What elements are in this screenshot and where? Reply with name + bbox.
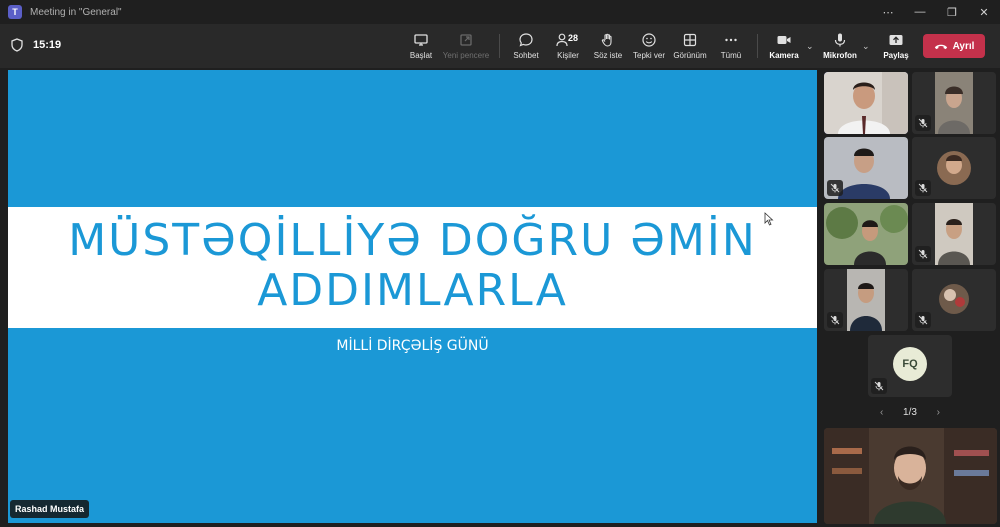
chevron-left-icon[interactable]: ‹ <box>880 407 883 418</box>
mic-off-indicator <box>915 180 931 196</box>
new-window-label: Yeni pencere <box>442 51 490 60</box>
window-controls: ⋯ — ❐ ✕ <box>872 0 1000 24</box>
mouse-cursor-icon <box>764 212 774 226</box>
leave-label: Ayrıl <box>952 40 975 52</box>
self-view[interactable] <box>824 428 997 524</box>
close-window-button[interactable]: ✕ <box>968 0 1000 24</box>
share-button[interactable]: Paylaş <box>882 29 910 63</box>
participant-tile[interactable] <box>824 137 908 199</box>
participant-count: 28 <box>568 33 579 43</box>
shield-icon <box>11 38 23 52</box>
mic-off-icon <box>918 315 928 325</box>
popout-icon <box>460 34 472 46</box>
shared-screen: MÜSTƏQİLLİYƏ DOĞRU ƏMİN ADDIMLARLA MİLLİ… <box>8 70 817 523</box>
mic-off-icon <box>830 183 840 193</box>
window-title: Meeting in "General" <box>30 6 122 18</box>
chevron-down-icon[interactable]: ⌄ <box>862 41 870 52</box>
toolbar-divider <box>499 34 500 58</box>
mic-off-icon <box>918 183 928 193</box>
raise-hand-label: Söz iste <box>593 51 623 60</box>
leave-button[interactable]: Ayrıl <box>923 34 985 58</box>
hand-icon <box>601 33 612 47</box>
gallery-pager: ‹ 1/3 › <box>880 404 940 420</box>
more-options-icon[interactable]: ⋯ <box>872 0 904 24</box>
mic-off-indicator <box>915 115 931 131</box>
participant-video <box>824 72 908 134</box>
participant-tile[interactable] <box>824 203 908 265</box>
chat-button[interactable]: Sohbet <box>511 29 541 63</box>
raise-hand-button[interactable]: Söz iste <box>593 29 623 63</box>
mic-icon <box>834 33 846 47</box>
slide-subtitle: MİLLİ DİRÇƏLİŞ GÜNÜ <box>336 338 489 354</box>
new-window-button[interactable]: Yeni pencere <box>443 29 489 63</box>
meeting-timer: 15:19 <box>33 39 62 51</box>
microphone-button[interactable]: Mikrofon <box>822 29 858 63</box>
camera-icon <box>777 36 791 44</box>
participant-video <box>824 203 908 265</box>
start-presenting-label: Başlat <box>409 51 433 60</box>
toolbar-divider <box>757 34 758 58</box>
mic-off-indicator <box>915 246 931 262</box>
camera-button[interactable]: Kamera <box>768 29 800 63</box>
chat-label: Sohbet <box>513 51 539 60</box>
chevron-right-icon[interactable]: › <box>937 407 940 418</box>
more-icon <box>725 38 737 42</box>
participant-tile[interactable]: FQ <box>868 335 952 397</box>
grid-icon <box>683 33 697 47</box>
title-bar: T Meeting in "General" ⋯ — ❐ ✕ <box>0 0 1000 24</box>
share-icon <box>889 35 903 45</box>
smiley-icon <box>642 33 656 47</box>
react-button[interactable]: Tepki ver <box>633 29 665 63</box>
mic-off-indicator <box>827 180 843 196</box>
participant-tile[interactable] <box>912 72 996 134</box>
minimize-button[interactable]: — <box>904 0 936 24</box>
share-label: Paylaş <box>883 51 909 60</box>
maximize-button[interactable]: ❐ <box>936 0 968 24</box>
start-presenting-button[interactable]: Başlat <box>407 29 435 63</box>
participant-tile[interactable] <box>912 137 996 199</box>
presenter-name-tag: Rashad Mustafa <box>10 500 90 518</box>
camera-label: Kamera <box>769 51 799 60</box>
mic-off-icon <box>918 118 928 128</box>
participant-tile[interactable] <box>824 269 908 331</box>
mic-off-icon <box>874 381 884 391</box>
avatar: FQ <box>893 347 927 381</box>
mic-off-indicator <box>871 378 887 394</box>
view-button[interactable]: Görünüm <box>672 29 708 63</box>
slide-title-line-2: ADDIMLARLA <box>257 265 568 316</box>
page-indicator: 1/3 <box>903 406 917 418</box>
people-button[interactable]: 28 Kişiler <box>553 29 583 63</box>
mic-off-icon <box>918 249 928 259</box>
participant-tile[interactable] <box>824 72 908 134</box>
chat-icon <box>519 33 533 47</box>
people-label: Kişiler <box>557 51 579 60</box>
teams-icon: T <box>8 5 22 19</box>
meeting-toolbar: 15:19 Başlat Yeni pencere Sohbet 28 Kişi… <box>0 24 1000 68</box>
self-video <box>824 428 997 524</box>
more-actions-label: Tümü <box>720 51 742 60</box>
present-icon <box>414 34 428 46</box>
mic-off-indicator <box>827 312 843 328</box>
participant-tile[interactable] <box>912 269 996 331</box>
more-actions-button[interactable]: Tümü <box>718 29 744 63</box>
react-label: Tepki ver <box>633 51 666 60</box>
mic-off-icon <box>830 315 840 325</box>
mic-off-indicator <box>915 312 931 328</box>
hang-up-icon <box>934 44 947 49</box>
microphone-label: Mikrofon <box>823 51 857 60</box>
participant-tile[interactable] <box>912 203 996 265</box>
view-label: Görünüm <box>673 51 707 60</box>
chevron-down-icon[interactable]: ⌄ <box>806 41 814 52</box>
